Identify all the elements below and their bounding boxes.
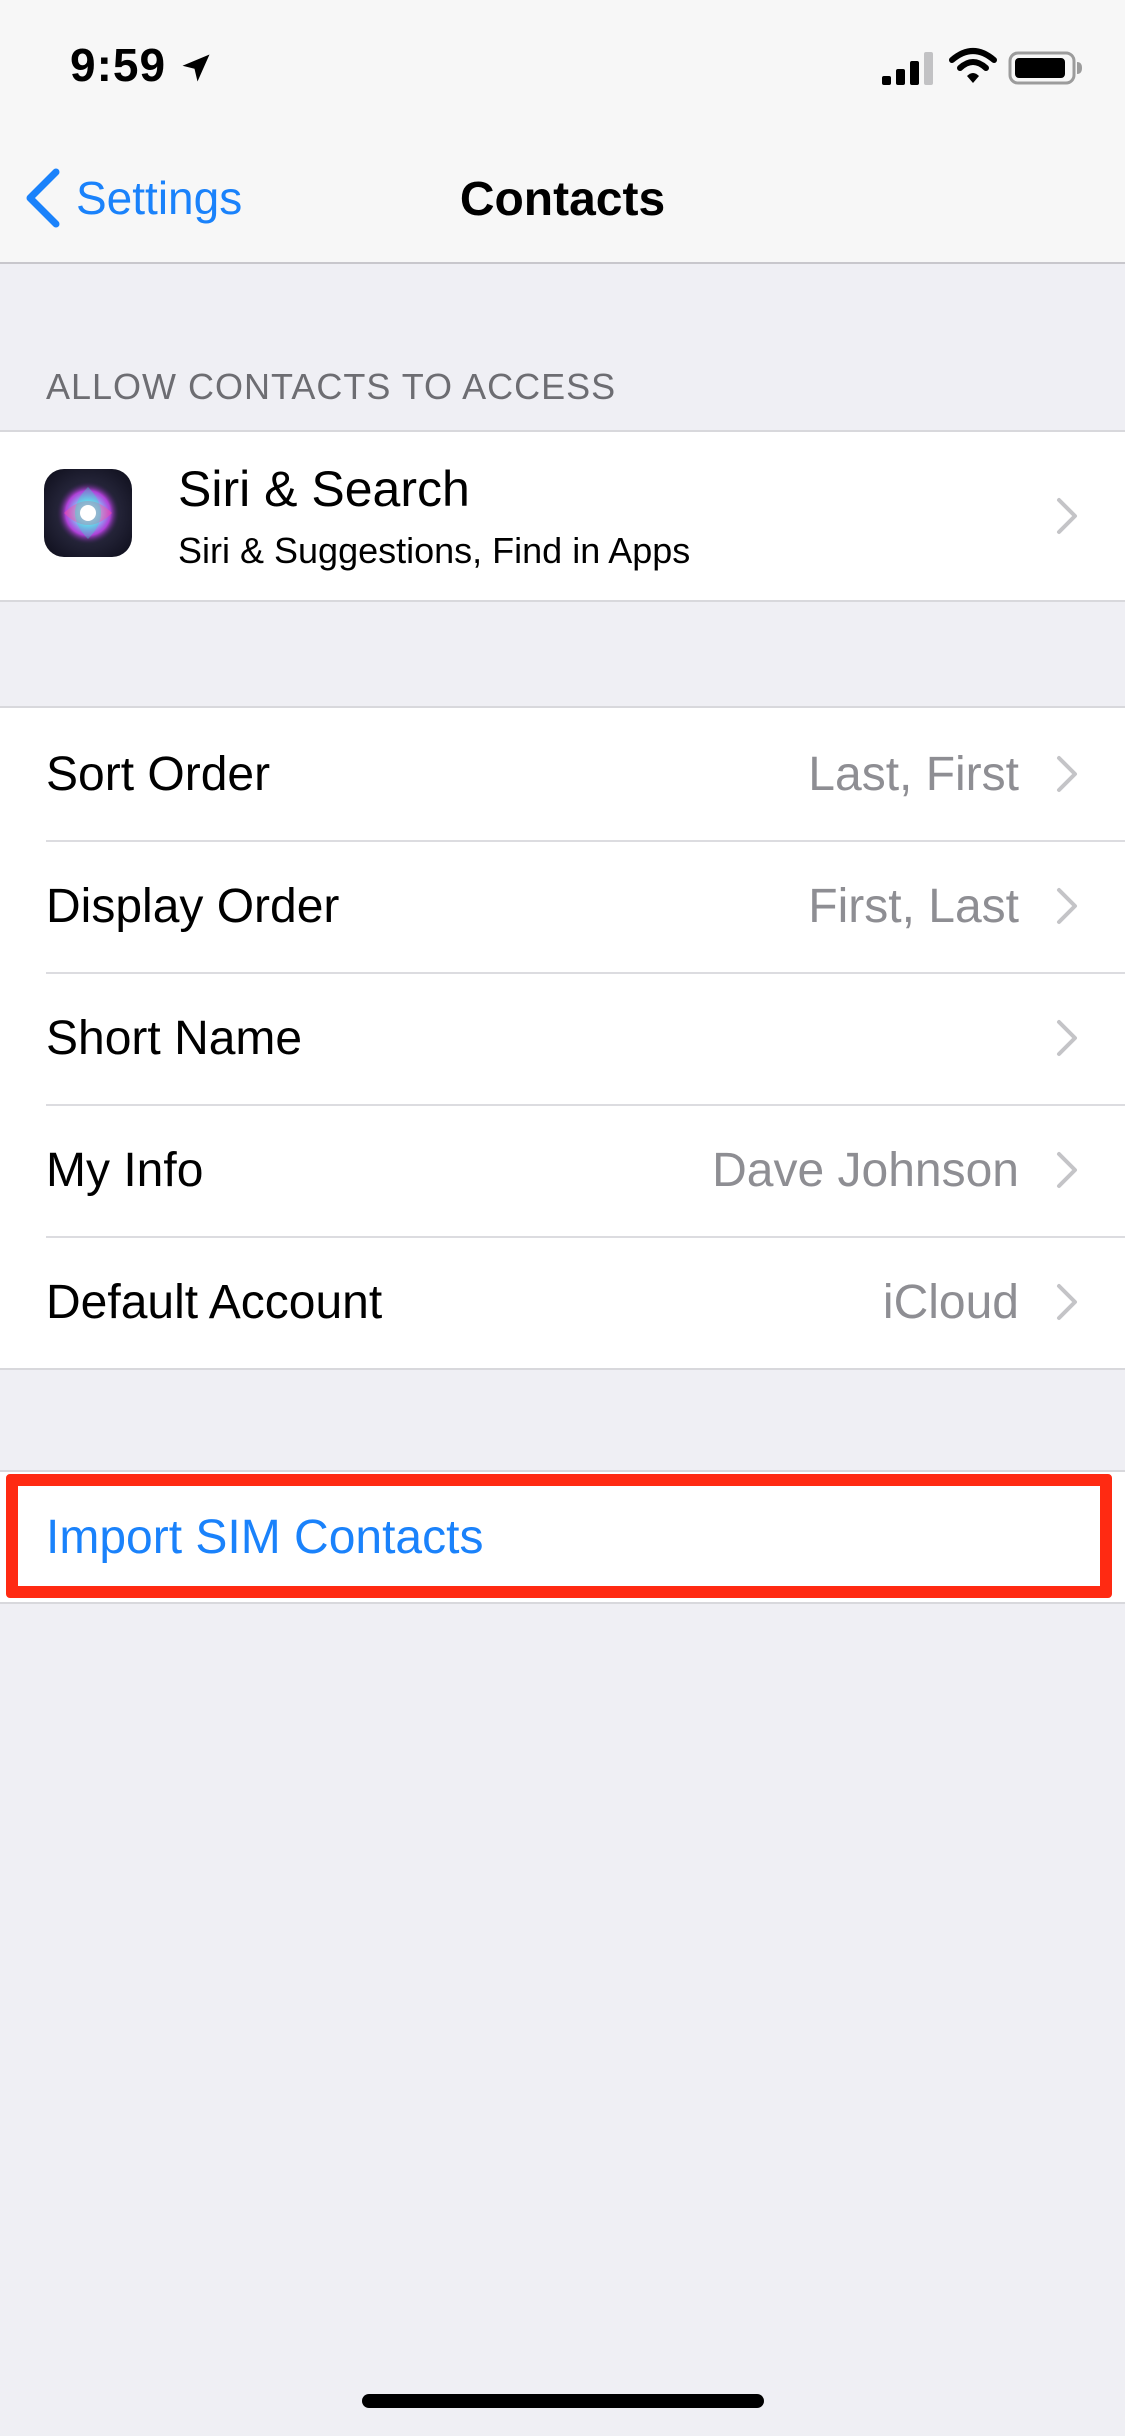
my-info-label: My Info	[46, 1143, 204, 1197]
chevron-right-icon	[1057, 498, 1077, 534]
import-group: Import SIM Contacts	[0, 1470, 1125, 1604]
default-account-row[interactable]: Default Account iCloud	[0, 1236, 1125, 1368]
siri-search-title: Siri & Search	[178, 461, 470, 517]
chevron-right-icon	[1057, 1020, 1077, 1056]
sort-order-row[interactable]: Sort Order Last, First	[0, 708, 1125, 840]
import-sim-contacts-label: Import SIM Contacts	[46, 1510, 484, 1564]
siri-search-subtitle: Siri & Suggestions, Find in Apps	[178, 530, 691, 571]
access-group: Siri & Search Siri & Suggestions, Find i…	[0, 430, 1125, 602]
status-bar: 9:59	[0, 0, 1125, 132]
wifi-icon	[949, 48, 997, 83]
default-account-value: iCloud	[882, 1275, 1019, 1329]
short-name-label: Short Name	[46, 1011, 303, 1065]
chevron-right-icon	[1057, 756, 1077, 792]
siri-search-row[interactable]: Siri & Search Siri & Suggestions, Find i…	[0, 432, 1125, 600]
contacts-settings-screen: 9:59 Settings Contacts ALLOW CONTACTS TO…	[0, 0, 1125, 2436]
status-time: 9:59	[70, 39, 167, 91]
location-arrow-icon	[182, 54, 210, 82]
chevron-right-icon	[1057, 1284, 1077, 1320]
home-indicator[interactable]	[362, 2394, 764, 2408]
display-order-row[interactable]: Display Order First, Last	[0, 840, 1125, 972]
my-info-row[interactable]: My Info Dave Johnson	[0, 1104, 1125, 1236]
battery-icon	[1008, 51, 1082, 85]
cellular-signal-icon	[882, 52, 933, 85]
my-info-value: Dave Johnson	[712, 1143, 1019, 1197]
display-order-value: First, Last	[808, 879, 1019, 933]
default-account-label: Default Account	[46, 1275, 383, 1329]
sort-order-label: Sort Order	[46, 747, 271, 801]
chevron-right-icon	[1057, 888, 1077, 924]
section-header: ALLOW CONTACTS TO ACCESS	[46, 366, 617, 407]
page-title: Contacts	[459, 173, 666, 226]
navigation-bar: Settings Contacts	[0, 132, 1125, 264]
siri-icon	[44, 469, 132, 557]
contacts-settings-group: Sort Order Last, First Display Order Fir…	[0, 706, 1125, 1370]
display-order-label: Display Order	[46, 879, 340, 933]
short-name-row[interactable]: Short Name	[0, 972, 1125, 1104]
import-sim-contacts-button[interactable]: Import SIM Contacts	[0, 1472, 1125, 1602]
sort-order-value: Last, First	[808, 747, 1019, 801]
chevron-right-icon	[1057, 1152, 1077, 1188]
